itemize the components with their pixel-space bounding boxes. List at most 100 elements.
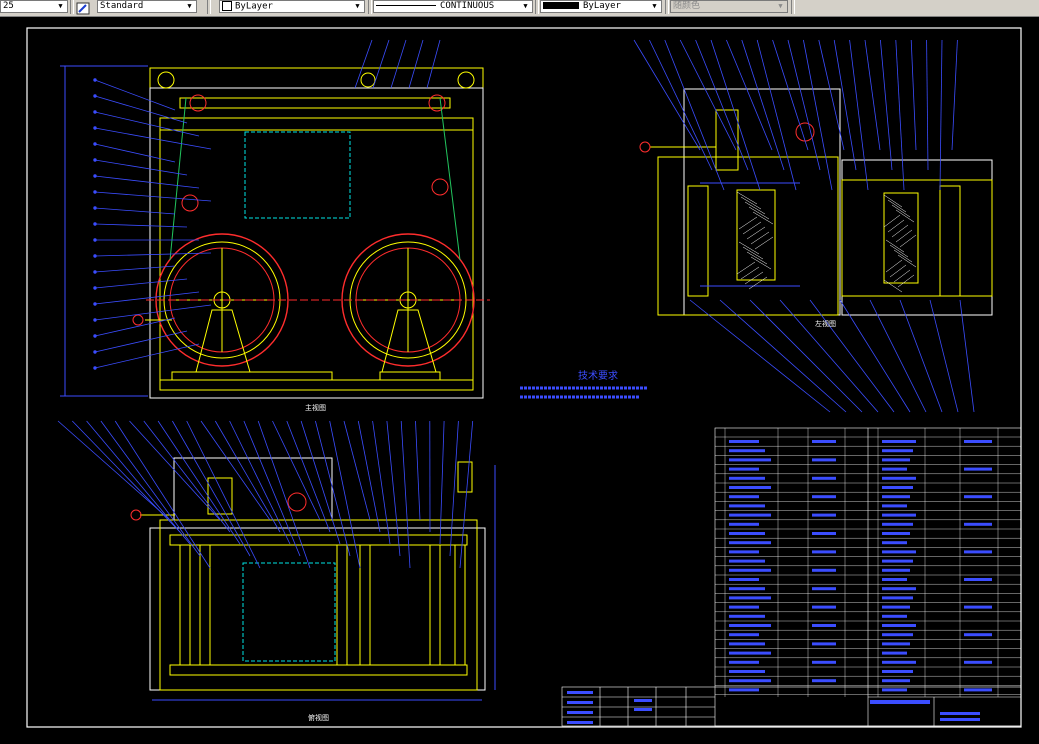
leader-line: [940, 40, 942, 190]
toolbar-separator: [535, 0, 539, 14]
text-style-dropdown[interactable]: Standard ▼: [97, 0, 197, 13]
lineweight-value: ByLayer: [583, 1, 621, 11]
leader-line: [720, 300, 846, 412]
side-view-hatching: [737, 192, 916, 292]
chevron-down-icon: ▼: [775, 1, 786, 12]
hatch-line: [892, 225, 908, 237]
hatch-line: [749, 207, 769, 219]
balloon-dot: [94, 255, 97, 258]
linetype-dropdown[interactable]: CONTINUOUS ▼: [373, 0, 533, 13]
parts-list-entry: [882, 578, 907, 581]
parts-list-entry: [882, 596, 913, 599]
linetype-value: CONTINUOUS: [440, 1, 494, 11]
leader-line: [850, 40, 868, 190]
parts-list-entry: [964, 661, 992, 664]
parts-list-entry: [812, 569, 836, 572]
parts-list-entry: [729, 606, 759, 609]
balloon-dot: [94, 175, 97, 178]
balloon-dot: [94, 95, 97, 98]
balloon-dot: [94, 191, 97, 194]
leader-line: [95, 192, 211, 201]
leader-line: [450, 421, 458, 556]
toolbar-separator: [70, 0, 74, 14]
parts-list-entry: [729, 440, 759, 443]
leader-line: [810, 300, 894, 412]
leader-line: [355, 40, 372, 88]
parts-list-entry: [882, 670, 913, 673]
leader-line: [460, 421, 473, 568]
parts-list-entry: [812, 679, 836, 682]
hatch-line: [884, 215, 900, 227]
leader-line: [315, 421, 350, 556]
top-view: [131, 458, 495, 700]
parts-list-entry: [729, 477, 765, 480]
parts-list-entry: [729, 523, 759, 526]
parts-list-entry: [812, 477, 836, 480]
leader-line: [95, 331, 187, 352]
lineweight-dropdown[interactable]: ByLayer ▼: [540, 0, 662, 13]
leader-line: [680, 40, 736, 150]
parts-list-entry: [882, 495, 910, 498]
parts-list-entry: [729, 596, 771, 599]
parts-list-entry: [729, 670, 765, 673]
parts-list-entry: [729, 504, 765, 507]
parts-list-entry: [882, 541, 907, 544]
dimension-style-dropdown[interactable]: 25 ▼: [0, 0, 68, 13]
parts-list-entry: [882, 477, 916, 480]
parts-list-entry: [882, 486, 913, 489]
balloon-dot: [94, 335, 97, 338]
leader-line: [95, 344, 199, 368]
balloon-dot: [94, 367, 97, 370]
hatch-line: [894, 270, 910, 282]
layer-color-dropdown[interactable]: ByLayer ▼: [219, 0, 365, 13]
parts-list-entry: [964, 523, 992, 526]
parts-list-entry: [729, 495, 759, 498]
front-view: [60, 66, 490, 398]
parts-list-entry: [729, 615, 765, 618]
parts-list-entry: [882, 550, 916, 553]
layer-color-value: ByLayer: [235, 2, 273, 12]
hatch-line: [747, 227, 765, 239]
parts-list-entry: [882, 688, 907, 691]
parts-list-entry: [729, 550, 759, 553]
parts-list-entry: [882, 458, 910, 461]
leader-line: [287, 421, 330, 532]
leader-line: [416, 421, 421, 520]
parts-list-entry: [882, 560, 913, 563]
leader-line: [930, 300, 958, 412]
leader-line: [773, 40, 808, 150]
parts-list-entry: [729, 514, 771, 517]
parts-list-entry: [882, 615, 907, 618]
leader-line: [911, 40, 916, 150]
chevron-down-icon: ▼: [520, 1, 531, 12]
leader-line: [244, 421, 300, 556]
model-space-canvas[interactable]: 主视图 左视图: [0, 16, 1039, 740]
plot-style-dropdown[interactable]: 随颜色 ▼: [670, 0, 788, 13]
parts-list-entry: [882, 449, 913, 452]
parts-list-entry: [882, 514, 916, 517]
text-style-value: Standard: [100, 1, 143, 11]
leader-line: [803, 40, 832, 190]
leader-line: [750, 300, 862, 412]
hatch-line: [741, 267, 759, 279]
parts-list-entry: [729, 449, 765, 452]
text-style-icon[interactable]: [76, 0, 90, 13]
leader-line: [95, 208, 175, 214]
balloon-dot: [94, 79, 97, 82]
balloon-dot: [94, 111, 97, 114]
hatch-line: [749, 277, 767, 289]
parts-list-entry: [729, 532, 765, 535]
leader-line: [649, 40, 712, 170]
leader-line: [757, 40, 796, 190]
hatch-line: [886, 260, 902, 272]
balloon-dot: [94, 127, 97, 130]
hatch-line: [739, 242, 759, 254]
leader-line: [373, 421, 390, 544]
leader-line: [865, 40, 880, 150]
parts-list-entry: [729, 624, 771, 627]
leader-line: [130, 421, 221, 520]
parts-list-entry: [964, 633, 992, 636]
leader-line: [742, 40, 784, 170]
leader-line: [273, 421, 321, 520]
leader-line: [158, 421, 240, 544]
